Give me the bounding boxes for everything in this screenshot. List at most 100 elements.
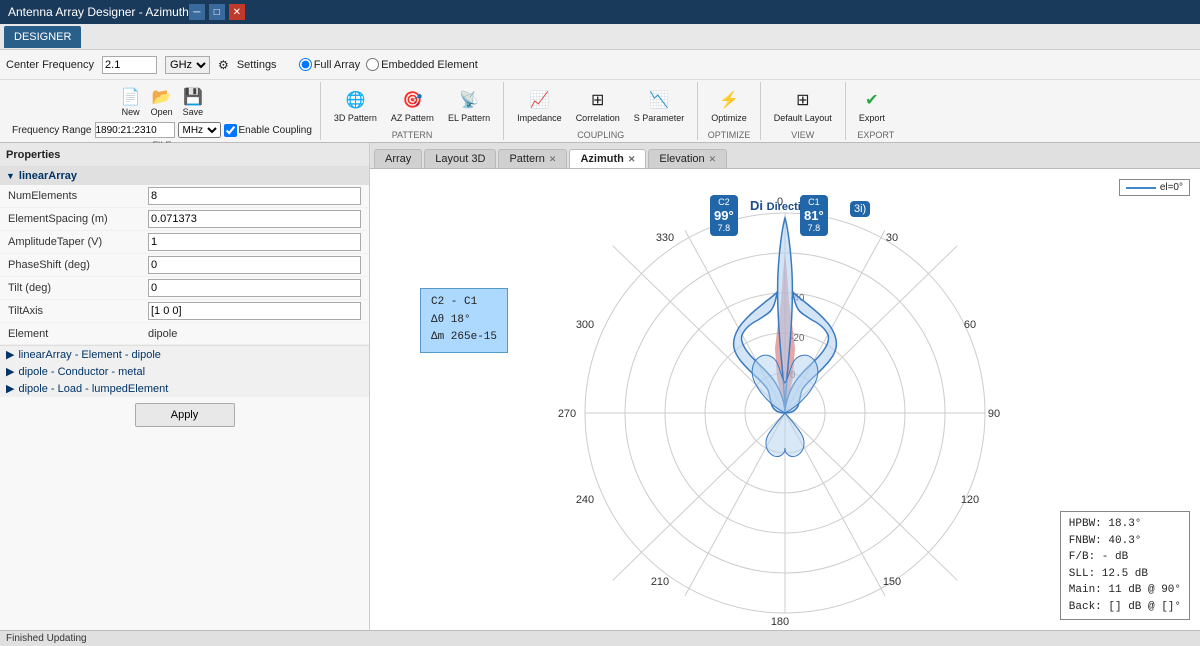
3d-pattern-button[interactable]: 🌐 3D Pattern [329,84,382,128]
tilt-label: Tilt (deg) [8,282,148,294]
properties-panel-header: Properties [0,143,369,167]
stats-fnbw: FNBW: 40.3° [1069,533,1181,550]
new-button[interactable]: 📄 New [117,84,145,120]
el-pattern-button[interactable]: 📡 EL Pattern [443,84,495,128]
stats-hpbw: HPBW: 18.3° [1069,516,1181,533]
phase-shift-row: PhaseShift (deg) [0,254,369,277]
sub-section-2[interactable]: ▶ dipole - Conductor - metal [0,363,369,380]
ribbon: Center Frequency GHzMHz ⚙ Settings Full … [0,50,1200,143]
di-label: Di [750,198,763,213]
tilt-axis-row: TiltAxis [0,300,369,323]
freq-range-unit-select[interactable]: MHzGHz [178,122,221,138]
embedded-element-option[interactable]: Embedded Element [366,58,478,71]
amplitude-taper-input[interactable] [148,233,361,251]
tab-array[interactable]: Array [374,149,422,168]
status-text: Finished Updating [6,633,87,644]
num-elements-input[interactable] [148,187,361,205]
default-layout-icon: ⊞ [791,88,815,112]
coupling-section-label: COUPLING [512,128,689,140]
element-spacing-input[interactable] [148,210,361,228]
optimize-button[interactable]: ⚡ Optimize [706,84,752,128]
c1-value: 81° [804,208,824,224]
linear-array-label: linearArray [19,170,77,182]
num-elements-row: NumElements [0,185,369,208]
sub1-arrow: ▶ [6,348,14,361]
svg-text:210: 210 [651,576,669,588]
optimize-icon: ⚡ [717,88,741,112]
annotation-line3: Δm 265e-15 [431,329,497,347]
pattern-section-label: PATTERN [329,128,495,140]
tab-pattern-close[interactable]: ✕ [549,154,557,165]
correlation-icon: ⊞ [586,88,610,112]
svg-text:270: 270 [558,408,576,420]
enable-coupling-label[interactable]: Enable Coupling [224,124,312,137]
statusbar: Finished Updating [0,630,1200,646]
center-freq-input[interactable] [102,56,157,74]
export-buttons: ✔ Export [854,84,898,128]
titlebar: Antenna Array Designer - Azimuth ─ □ ✕ [0,0,1200,24]
freq-range-input[interactable] [95,122,175,138]
save-button[interactable]: 💾 Save [179,84,208,120]
element-spacing-row: ElementSpacing (m) [0,208,369,231]
tilt-row: Tilt (deg) [0,277,369,300]
open-button[interactable]: 📂 Open [147,84,177,120]
sub-section-3[interactable]: ▶ dipole - Load - lumpedElement [0,380,369,397]
ribbon-section-optimize: ⚡ Optimize OPTIMIZE [698,82,761,140]
default-layout-button[interactable]: ⊞ Default Layout [769,84,837,128]
c2-dbi: 7.8 [714,223,734,234]
phase-shift-input[interactable] [148,256,361,274]
legend-line-icon [1126,187,1156,189]
tab-elevation-close[interactable]: ✕ [709,154,717,165]
settings-label[interactable]: Settings [237,59,277,71]
svg-text:60: 60 [964,319,976,331]
tab-layout3d[interactable]: Layout 3D [424,149,496,168]
optimize-buttons: ⚡ Optimize [706,84,752,128]
file-buttons: 📄 New 📂 Open 💾 Save [12,84,312,138]
center-freq-unit-select[interactable]: GHzMHz [165,56,210,74]
full-array-option[interactable]: Full Array [299,58,360,71]
tab-azimuth[interactable]: Azimuth ✕ [569,149,646,168]
stats-main: Main: 11 dB @ 90° [1069,582,1181,599]
correlation-button[interactable]: ⊞ Correlation [571,84,625,128]
export-section-label: EXPORT [854,128,898,140]
close-button[interactable]: ✕ [229,4,245,20]
amplitude-taper-row: AmplitudeTaper (V) [0,231,369,254]
minimize-button[interactable]: ─ [189,4,205,20]
sub-section-1[interactable]: ▶ linearArray - Element - dipole [0,346,369,363]
open-icon: 📂 [152,87,172,107]
designer-tab[interactable]: DESIGNER [4,26,81,48]
ribbon-section-export: ✔ Export EXPORT [846,82,906,140]
main-area: Properties ▼ linearArray NumElements Ele… [0,143,1200,630]
settings-icon: ⚙ [218,58,229,72]
s-parameter-button[interactable]: 📉 S Parameter [629,84,690,128]
tilt-axis-input[interactable] [148,302,361,320]
coupling-buttons: 📈 Impedance ⊞ Correlation 📉 S Parameter [512,84,689,128]
save-icon: 💾 [183,87,203,107]
az-pattern-button[interactable]: 🎯 AZ Pattern [386,84,439,128]
stats-box: HPBW: 18.3° FNBW: 40.3° F/B: - dB SLL: 1… [1060,511,1190,620]
stats-back: Back: [] dB @ []° [1069,599,1181,616]
num-elements-label: NumElements [8,190,148,202]
expand-arrow-icon: ▼ [6,171,15,181]
impedance-button[interactable]: 📈 Impedance [512,84,567,128]
sub2-arrow: ▶ [6,365,14,378]
enable-coupling-checkbox[interactable] [224,124,237,137]
tab-pattern[interactable]: Pattern ✕ [498,149,567,168]
view-section-label: VIEW [769,128,837,140]
svg-text:120: 120 [961,494,979,506]
tab-azimuth-close[interactable]: ✕ [628,154,636,165]
export-button[interactable]: ✔ Export [854,84,890,128]
ribbon-section-pattern: 🌐 3D Pattern 🎯 AZ Pattern 📡 EL Pattern P… [321,82,504,140]
linear-array-section: ▼ linearArray NumElements ElementSpacing… [0,167,369,346]
pattern-buttons: 🌐 3D Pattern 🎯 AZ Pattern 📡 EL Pattern [329,84,495,128]
linear-array-header[interactable]: ▼ linearArray [0,167,369,185]
pattern-mode-group: Full Array Embedded Element [299,58,478,71]
left-panel: Properties ▼ linearArray NumElements Ele… [0,143,370,630]
impedance-icon: 📈 [527,88,551,112]
tilt-input[interactable] [148,279,361,297]
maximize-button[interactable]: □ [209,4,225,20]
svg-text:30: 30 [886,232,898,244]
apply-button[interactable]: Apply [135,403,235,427]
tab-elevation[interactable]: Elevation ✕ [648,149,727,168]
ribbon-main: 📄 New 📂 Open 💾 Save [0,80,1200,142]
